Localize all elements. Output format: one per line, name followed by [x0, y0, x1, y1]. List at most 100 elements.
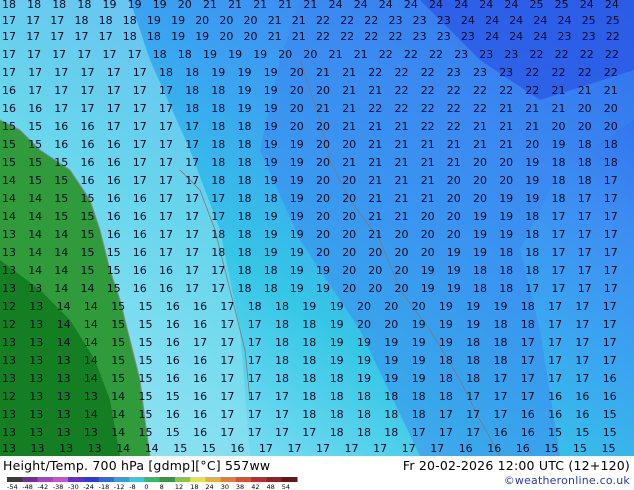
credit-text[interactable]: ©weatheronline.co.uk	[504, 474, 630, 487]
contour-label: 21	[421, 174, 435, 187]
contour-label: 22	[552, 66, 566, 79]
contour-label: 17	[128, 48, 142, 61]
contour-label: 15	[603, 408, 617, 421]
contour-label: 16	[107, 210, 121, 223]
contour-label: 18	[466, 372, 480, 385]
contour-label: 19	[290, 138, 304, 151]
contour-label: 16	[166, 300, 180, 313]
valid-time: Fr 20-02-2026 12:00 UTC (12+120)	[402, 458, 630, 473]
contour-label: 18	[578, 174, 592, 187]
contour-label: 16	[107, 138, 121, 151]
contour-label: 21	[395, 120, 409, 133]
contour-label: 20	[473, 156, 487, 169]
contour-label: 20	[552, 120, 566, 133]
contour-label: 18	[521, 318, 535, 331]
contour-label: 19	[264, 138, 278, 151]
colorbar-tick: -42	[38, 483, 49, 490]
contour-label: 19	[238, 84, 252, 97]
contour-label: 20	[316, 210, 330, 223]
contour-label: 22	[364, 14, 378, 27]
contour-label: 19	[103, 0, 117, 11]
contour-label: 25	[530, 0, 544, 11]
contour-label: 20	[499, 174, 513, 187]
contour-label: 13	[57, 408, 71, 421]
contour-label: 22	[404, 48, 418, 61]
contour-label: 20	[219, 14, 233, 27]
contour-label: 22	[421, 120, 435, 133]
contour-label: 13	[29, 408, 43, 421]
contour-label: 19	[264, 156, 278, 169]
contour-label: 17	[133, 84, 147, 97]
contour-label: 19	[195, 30, 209, 43]
contour-label: 16	[193, 372, 207, 385]
contour-label: 17	[494, 408, 508, 421]
contour-label: 25	[555, 0, 569, 11]
contour-label: 20	[342, 210, 356, 223]
contour-label: 19	[330, 300, 344, 313]
contour-label: 24	[354, 0, 368, 11]
contour-label: 21	[447, 156, 461, 169]
contour-label: 19	[384, 336, 398, 349]
contour-label: 17	[27, 48, 41, 61]
contour-label: 14	[54, 228, 68, 241]
contour-label: 20	[244, 14, 258, 27]
contour-label: 21	[395, 210, 409, 223]
map-title: Height/Temp. 700 hPa [gdmp][°C] 557ww	[3, 458, 271, 473]
contour-label: 13	[2, 354, 16, 367]
contour-label: 17	[185, 174, 199, 187]
contour-label: 20	[244, 30, 258, 43]
contour-label: 20	[342, 228, 356, 241]
contour-label: 22	[447, 84, 461, 97]
contour-label: 19	[499, 192, 513, 205]
contour-label: 16	[54, 120, 68, 133]
contour-label: 18	[330, 372, 344, 385]
contour-label: 14	[2, 210, 16, 223]
contour-label: 14	[54, 282, 68, 295]
contour-label: 19	[228, 48, 242, 61]
contour-label: 21	[368, 84, 382, 97]
contour-label: 22	[395, 102, 409, 115]
colorbar-tick: -24	[83, 483, 94, 490]
contour-label: 17	[211, 192, 225, 205]
contour-label: 17	[552, 282, 566, 295]
contour-label: 17	[220, 372, 234, 385]
contour-label: 17	[185, 210, 199, 223]
colorbar-swatch	[159, 477, 176, 482]
contour-label: 25	[582, 14, 596, 27]
contour-label: 15	[28, 138, 42, 151]
contour-label: 18	[238, 282, 252, 295]
contour-label: 17	[185, 246, 199, 259]
contour-label: 21	[228, 0, 242, 11]
contour-label: 19	[357, 336, 371, 349]
contour-label: 17	[248, 408, 262, 421]
contour-label: 15	[107, 246, 121, 259]
contour-label: 15	[575, 426, 589, 439]
contour-label: 24	[479, 0, 493, 11]
contour-label: 20	[290, 84, 304, 97]
contour-label: 17	[185, 138, 199, 151]
contour-label: 18	[264, 282, 278, 295]
contour-label: 16	[193, 390, 207, 403]
contour-label: 19	[264, 246, 278, 259]
contour-label: 19	[128, 0, 142, 11]
contour-label: 17	[575, 318, 589, 331]
contour-label: 14	[28, 192, 42, 205]
contour-label: 17	[604, 282, 618, 295]
colorbar-swatch	[22, 477, 39, 482]
contour-label: 20	[290, 120, 304, 133]
contour-label: 19	[264, 228, 278, 241]
contour-label: 17	[52, 48, 66, 61]
contour-label: 18	[147, 30, 161, 43]
contour-label: 14	[84, 336, 98, 349]
contour-label: 18	[525, 228, 539, 241]
contour-label: 20	[316, 192, 330, 205]
contour-label: 13	[57, 372, 71, 385]
contour-label: 22	[555, 48, 569, 61]
contour-label: 17	[603, 318, 617, 331]
contour-label: 21	[329, 48, 343, 61]
contour-label: 15	[2, 138, 16, 151]
contour-label: 16	[603, 390, 617, 403]
contour-label: 15	[81, 228, 95, 241]
contour-label: 20	[316, 246, 330, 259]
contour-label: 18	[27, 0, 41, 11]
